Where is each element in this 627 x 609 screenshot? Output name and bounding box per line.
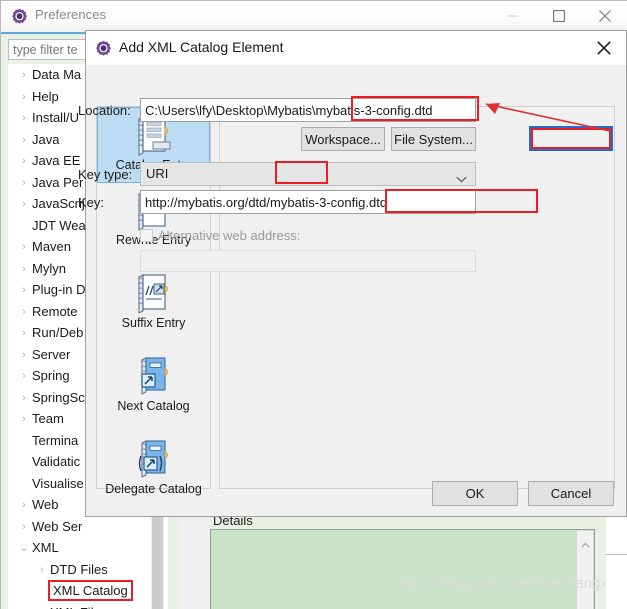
key-type-label: Key type: [78,167,133,182]
disclosure-arrow-icon[interactable]: › [18,366,30,388]
disclosure-arrow-icon[interactable]: › [18,388,30,410]
tree-item-label: XML Catalog [48,580,133,601]
tree-item-label: Help [32,88,59,104]
preferences-title: Preferences [35,7,107,22]
workspace-button[interactable]: Workspace... [301,127,385,151]
alternative-web-address-checkbox[interactable] [140,229,153,242]
minimize-button[interactable] [490,1,536,31]
disclosure-arrow-icon[interactable]: › [36,603,48,609]
details-scrollbar[interactable] [577,531,593,609]
disclosure-arrow-icon[interactable]: › [18,495,30,517]
file-system-button[interactable]: File System... [391,127,476,151]
tree-item-label: Visualise [32,475,84,491]
dialog-titlebar: Add XML Catalog Element [86,31,626,65]
tree-item-label: Data Ma [32,67,82,82]
key-type-dropdown[interactable]: URI [140,162,476,186]
dialog-title: Add XML Catalog Element [119,39,284,55]
chevron-down-icon [456,171,467,183]
alternative-web-address-input[interactable] [140,250,476,272]
disclosure-arrow-icon[interactable]: › [18,194,30,216]
tree-item-label: Web Ser [32,518,83,534]
disclosure-arrow-icon[interactable]: › [18,173,30,195]
tree-item[interactable]: ›XML Files [8,602,168,609]
entry-type-next-catalog[interactable]: Next Catalog [97,356,210,432]
tree-item-label: Run/Deb [32,325,84,340]
maximize-button[interactable] [536,1,582,31]
location-input[interactable] [140,98,476,122]
tree-item-label: Spring [32,368,70,383]
preferences-titlebar: Preferences [1,1,627,32]
disclosure-arrow-icon[interactable]: › [18,409,30,431]
disclosure-arrow-icon[interactable]: › [18,302,30,324]
tree-item-label: Server [32,346,71,362]
tree-item-label: XML Files [50,602,107,609]
tree-item[interactable]: XML Catalog [8,580,168,602]
entry-type-label: Suffix Entry [121,316,186,330]
tree-item-label: Remote [32,303,78,319]
disclosure-arrow-icon[interactable]: › [18,345,30,367]
disclosure-arrow-icon[interactable]: › [18,65,30,87]
delegate-catalog-icon [97,439,210,481]
dialog-close-button[interactable] [582,31,626,64]
location-label: Location: [78,103,131,118]
eclipse-gear-icon [95,40,112,57]
disclosure-arrow-icon[interactable]: › [18,237,30,259]
disclosure-arrow-icon[interactable]: › [18,108,30,130]
tree-item-label: Java Per [32,174,84,190]
tree-item-label: Java [32,131,60,147]
chevron-up-icon[interactable] [581,536,590,548]
disclosure-arrow-icon[interactable]: › [18,517,30,539]
suffix-entry-icon [97,273,210,315]
disclosure-arrow-icon[interactable]: › [18,151,30,173]
tree-item-label: XML [32,540,59,555]
tree-item-label: JDT Wea [32,217,86,233]
tree-item-label: Termina [32,432,79,448]
entry-type-label: Next Catalog [117,399,190,413]
eclipse-gear-icon [11,8,28,25]
tree-item-label: Maven [32,239,72,254]
key-input[interactable] [140,190,476,214]
tree-item-label: Java EE [32,153,81,168]
next-catalog-icon [97,356,210,398]
disclosure-arrow-icon[interactable]: › [18,280,30,302]
tree-item[interactable]: ⌄ XML [8,537,168,559]
disclosure-arrow-icon[interactable]: › [18,259,30,281]
key-label: Key: [78,195,105,210]
preferences-right-divider [605,554,627,555]
disclosure-arrow-icon[interactable]: ⌄ [18,538,30,560]
ok-button[interactable]: OK [432,481,518,506]
tree-item-label: JavaScrij [32,196,85,211]
tree-item-label: Web [32,497,59,512]
tree-item-label: Validatic [32,454,81,469]
tree-item-label: Team [32,411,64,426]
entry-type-suffix-entry[interactable]: Suffix Entry [97,273,210,349]
tree-item-label: Install/U [32,110,79,125]
tree-item[interactable]: › Web Ser [8,516,168,538]
tree-item-label: DTD Files [50,561,108,577]
entry-type-delegate-catalog[interactable]: Delegate Catalog [97,439,210,515]
tree-item[interactable]: › DTD Files [8,559,168,581]
tree-item-label: Plug-in D [32,282,86,297]
disclosure-arrow-icon[interactable]: › [18,323,30,345]
cancel-button[interactable]: Cancel [528,481,614,506]
disclosure-arrow-icon[interactable]: › [36,560,48,582]
key-type-value: URI [146,166,169,181]
tree-item-label: Mylyn [32,260,66,276]
close-button[interactable] [582,1,627,31]
disclosure-arrow-icon[interactable]: › [18,87,30,109]
disclosure-arrow-icon[interactable]: › [18,130,30,152]
alternative-web-address-label: Alternative web address: [158,228,301,243]
entry-type-label: Delegate Catalog [105,482,202,496]
tree-item-label: SpringSc [32,389,85,405]
details-panel [210,529,595,609]
